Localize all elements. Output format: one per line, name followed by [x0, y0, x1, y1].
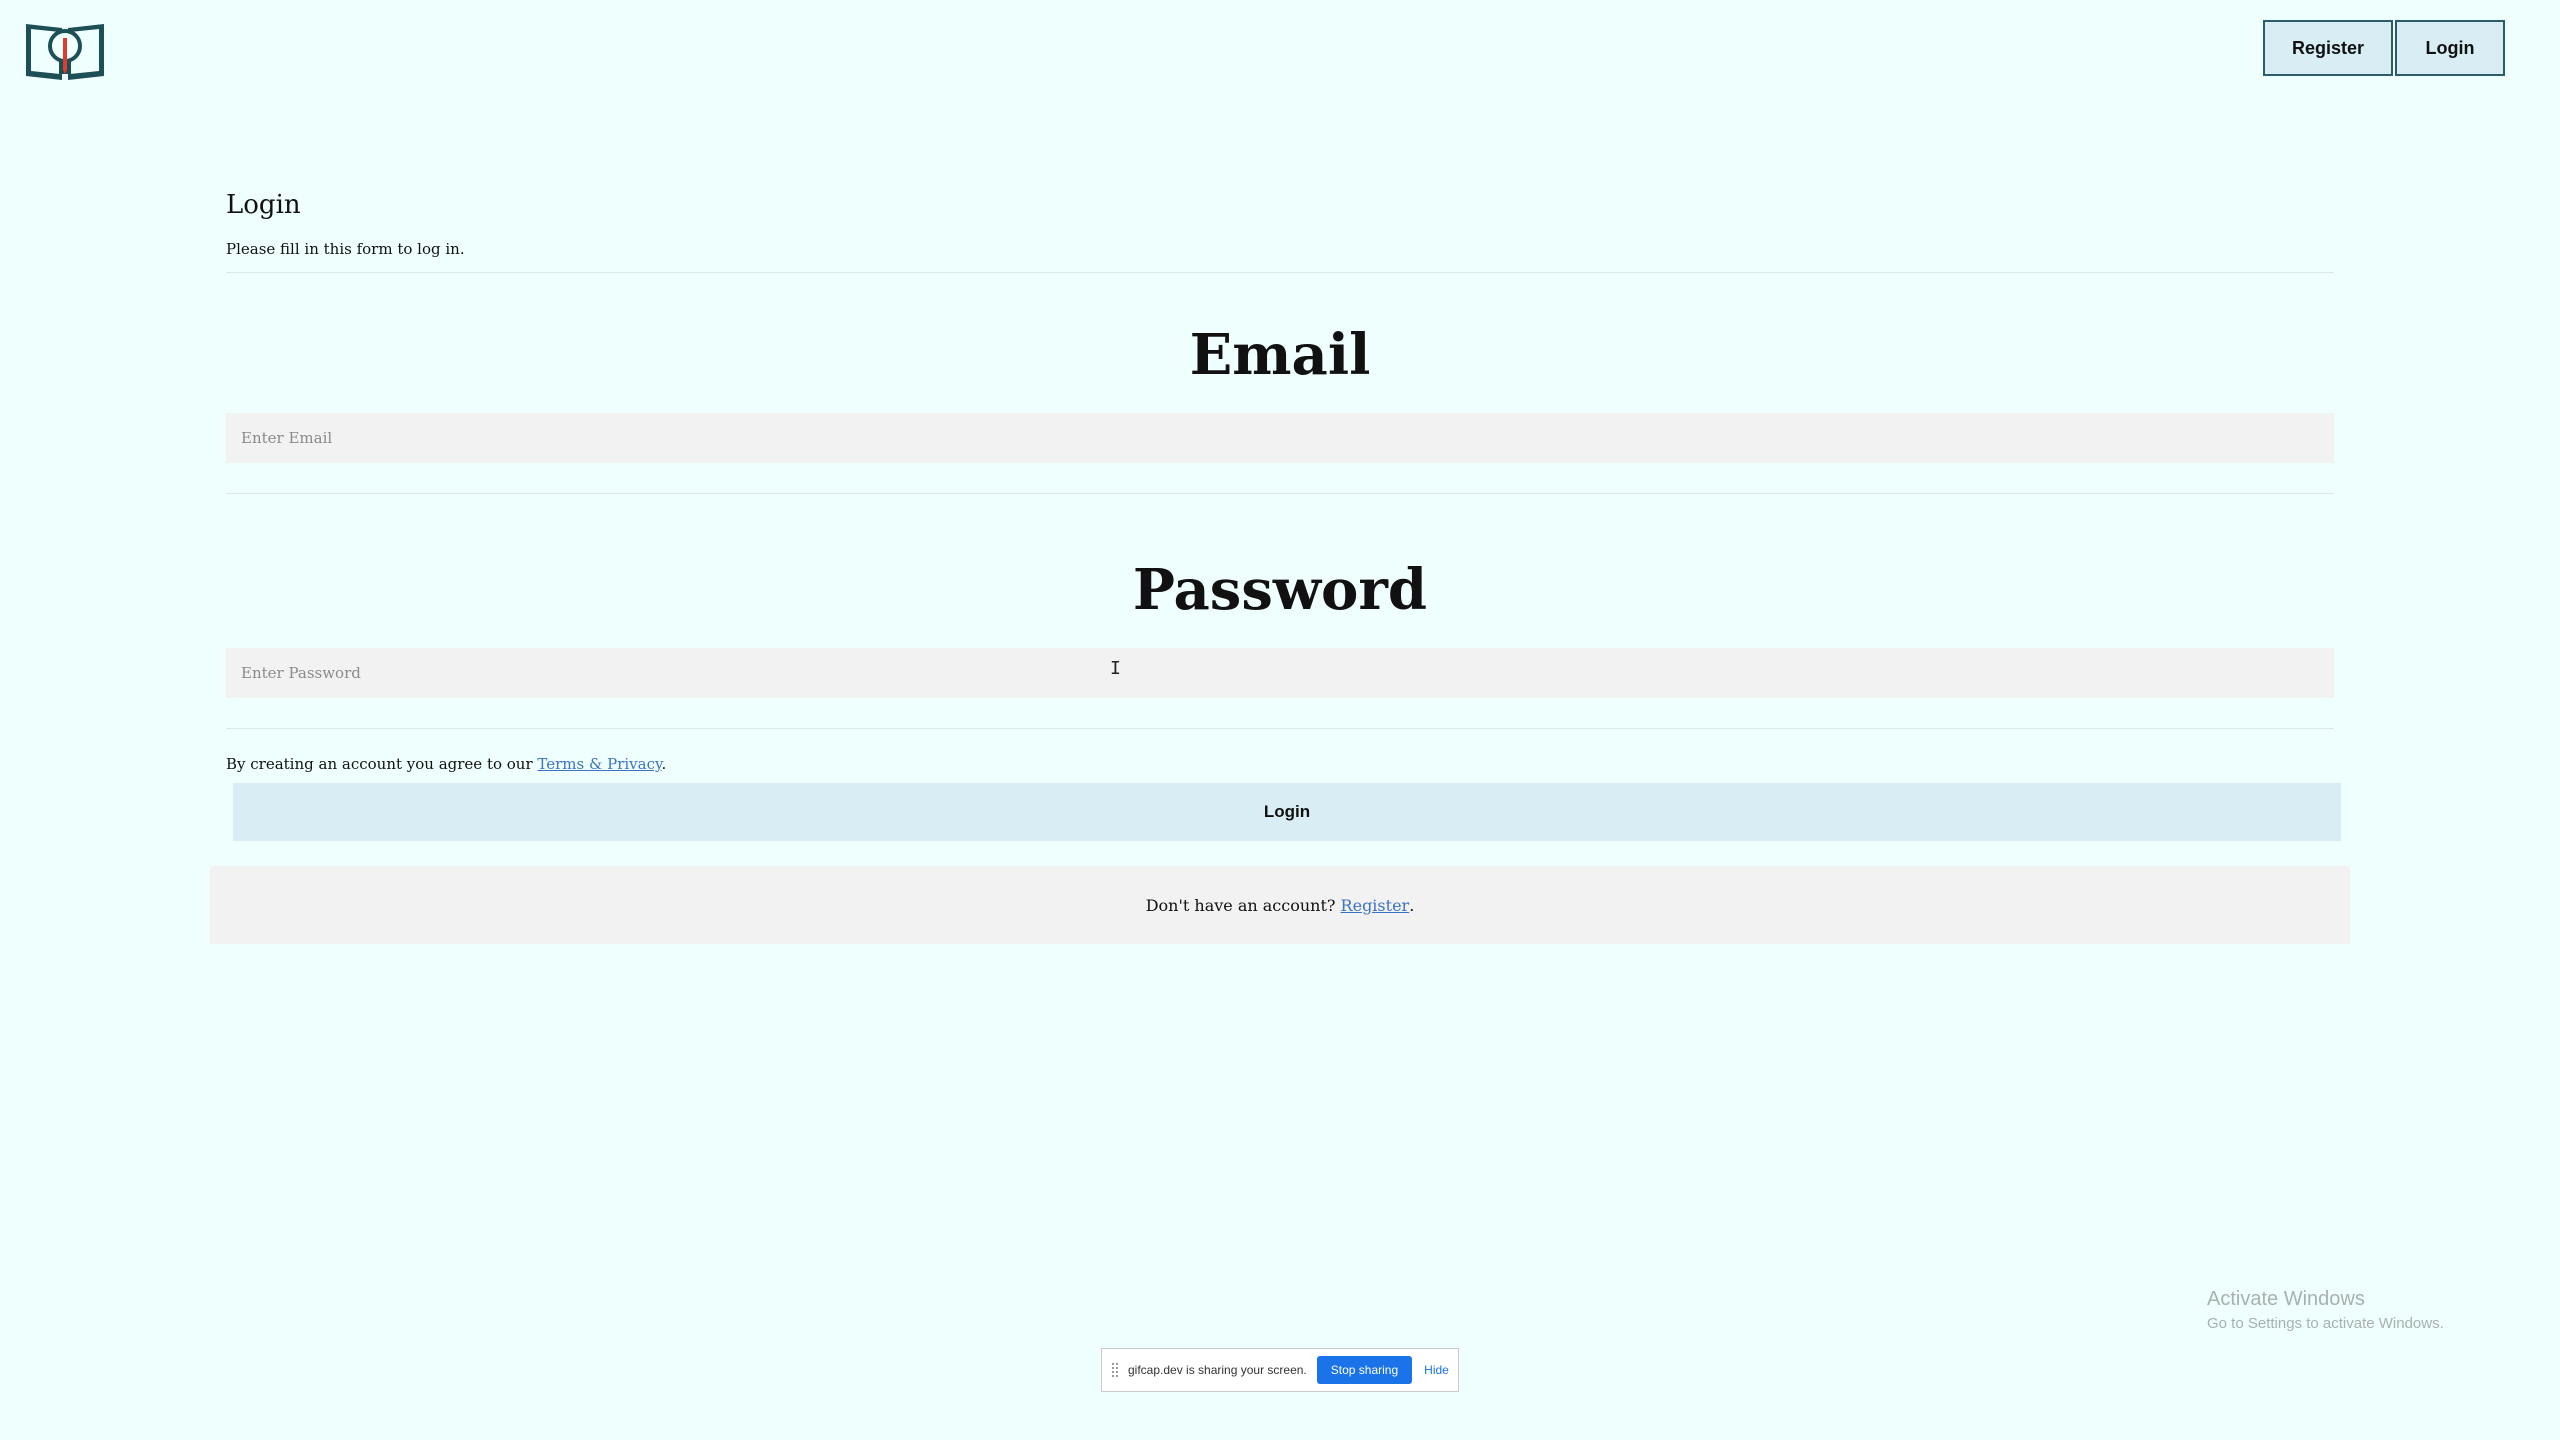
- form-subtitle: Please fill in this form to log in.: [226, 240, 465, 258]
- divider: [226, 493, 2334, 494]
- signin-suffix: .: [1409, 895, 1415, 915]
- login-form: Login Please fill in this form to log in…: [226, 190, 2341, 841]
- hide-share-bar-button[interactable]: Hide: [1424, 1363, 1449, 1377]
- page-title: Login: [226, 190, 301, 220]
- email-field[interactable]: [226, 413, 2334, 463]
- watermark-title: Activate Windows: [2207, 1288, 2365, 1310]
- terms-prefix: By creating an account you agree to our: [226, 755, 538, 773]
- email-label: Email: [1189, 322, 1371, 388]
- drag-handle-icon[interactable]: [1112, 1363, 1118, 1377]
- divider: [226, 272, 2334, 273]
- register-nav-button[interactable]: Register: [2263, 20, 2393, 76]
- register-link[interactable]: Register: [1341, 896, 1410, 915]
- screen-share-bar: gifcap.dev is sharing your screen. Stop …: [1101, 1348, 1459, 1392]
- password-field[interactable]: [226, 648, 2334, 698]
- divider: [226, 728, 2334, 729]
- terms-text: By creating an account you agree to our …: [226, 755, 2334, 773]
- signin-prefix: Don't have an account?: [1145, 895, 1341, 915]
- terms-privacy-link[interactable]: Terms & Privacy: [537, 755, 661, 773]
- login-nav-button[interactable]: Login: [2395, 20, 2505, 76]
- book-lightbulb-logo-icon: [26, 24, 104, 80]
- screen-share-message: gifcap.dev is sharing your screen.: [1128, 1363, 1307, 1377]
- top-nav: Register Login: [2263, 20, 2505, 76]
- activate-windows-watermark: Activate Windows Go to Settings to activ…: [2207, 1288, 2444, 1332]
- signin-panel: Don't have an account? Register.: [210, 866, 2350, 944]
- terms-suffix: .: [661, 755, 667, 773]
- password-label: Password: [1132, 557, 1428, 623]
- login-submit-button[interactable]: Login: [233, 783, 2341, 841]
- watermark-subtitle: Go to Settings to activate Windows.: [2207, 1315, 2444, 1332]
- stop-sharing-button[interactable]: Stop sharing: [1316, 1356, 1413, 1384]
- text-cursor-icon: I: [1110, 658, 1121, 679]
